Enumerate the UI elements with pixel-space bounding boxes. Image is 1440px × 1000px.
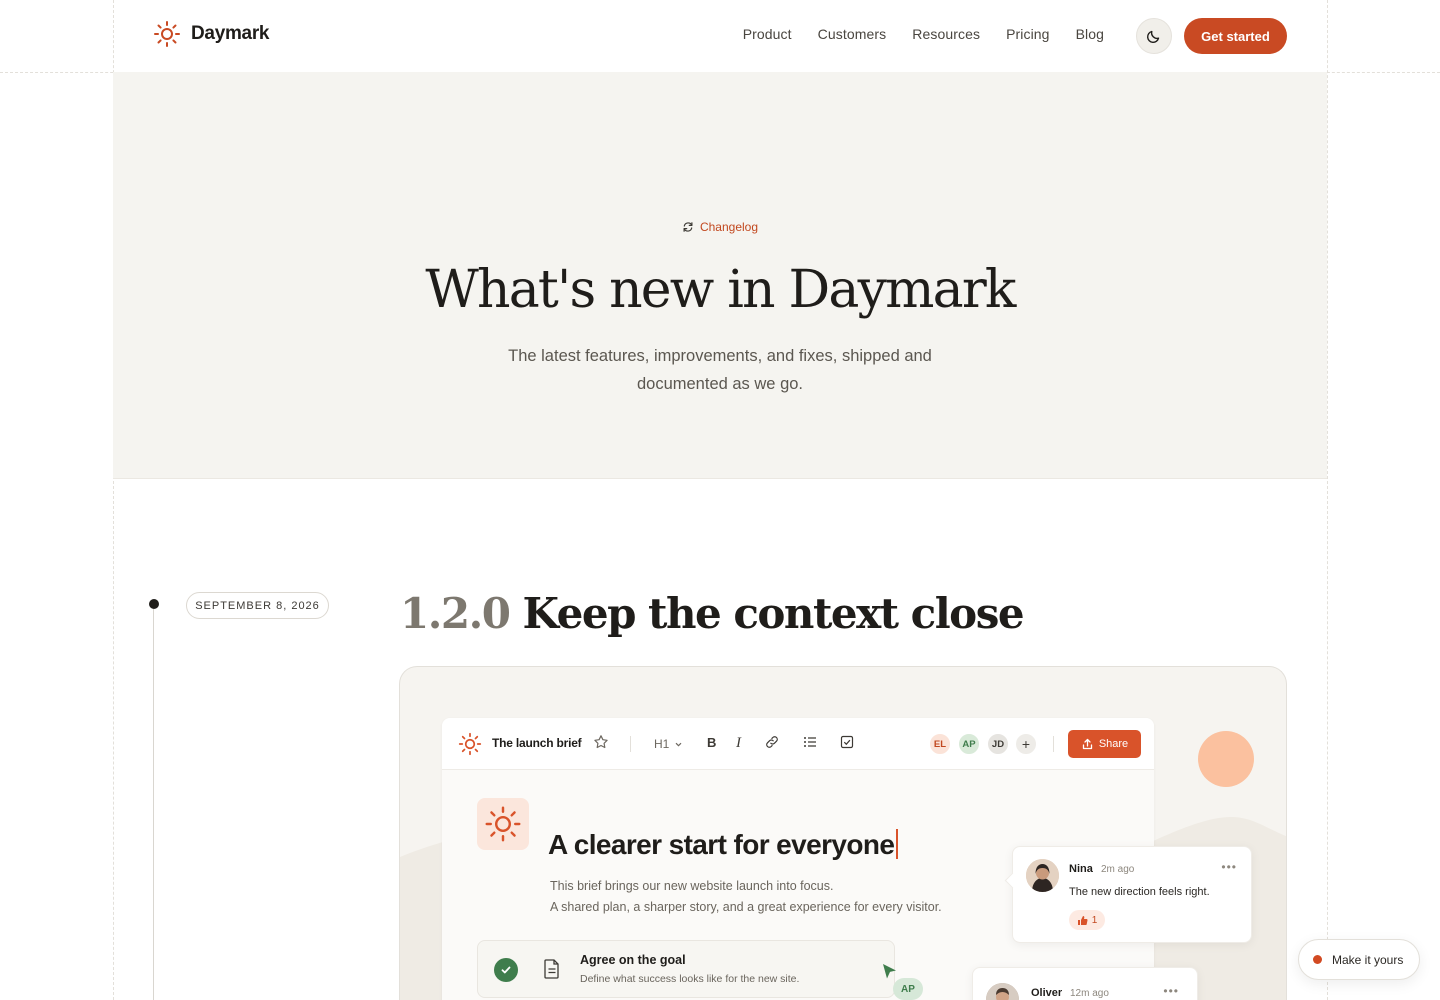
make-it-yours-button[interactable]: Make it yours: [1298, 939, 1420, 980]
more-options-icon[interactable]: •••: [1221, 860, 1237, 874]
comment-text: The new direction feels right.: [1069, 886, 1210, 898]
share-icon: [1082, 738, 1092, 749]
release-showcase: The launch brief H1 B I EL AP JD + Share…: [399, 666, 1287, 1000]
theme-toggle-button[interactable]: [1136, 18, 1172, 54]
document-name: The launch brief: [492, 736, 582, 750]
make-it-yours-label: Make it yours: [1332, 952, 1404, 967]
sun-icon: [485, 806, 521, 842]
svg-text:I: I: [735, 735, 742, 750]
body-line-1: This brief brings our new website launch…: [550, 879, 834, 893]
checkbox-icon[interactable]: [839, 734, 855, 750]
collaborator-avatar[interactable]: JD: [986, 732, 1010, 756]
nav-item-resources[interactable]: Resources: [912, 26, 980, 42]
comment-time: 12m ago: [1070, 988, 1109, 999]
check-icon: [501, 966, 511, 974]
italic-icon[interactable]: I: [732, 734, 746, 750]
document-emoji: [477, 798, 529, 850]
like-reaction-button[interactable]: 1: [1069, 910, 1105, 930]
more-options-icon[interactable]: •••: [1163, 984, 1179, 998]
refresh-icon: [683, 222, 693, 232]
person-avatar-icon: [1026, 859, 1059, 892]
thumbs-up-icon: [1077, 915, 1088, 925]
brand-logo-link[interactable]: Daymark: [153, 20, 269, 48]
changelog-tag: Changelog: [113, 220, 1327, 234]
nav-item-customers[interactable]: Customers: [818, 26, 887, 42]
document-body[interactable]: This brief brings our new website launch…: [550, 876, 942, 918]
moon-icon: [1146, 30, 1160, 44]
nav-item-pricing[interactable]: Pricing: [1006, 26, 1050, 42]
nav-item-blog[interactable]: Blog: [1076, 26, 1104, 42]
share-label: Share: [1098, 738, 1129, 750]
collaborator-cursor-icon: [883, 964, 896, 979]
main-nav: Product Customers Resources Pricing Blog: [743, 26, 1104, 42]
comment-author: Nina: [1069, 863, 1093, 875]
avatar: [1026, 859, 1059, 892]
like-count: 1: [1091, 914, 1098, 926]
task-title: Agree on the goal: [580, 953, 686, 967]
decorative-orb: [1198, 731, 1254, 787]
release-heading: 1.2.0 Keep the context close: [400, 589, 1025, 638]
body-line-2: A shared plan, a sharper story, and a gr…: [550, 900, 942, 914]
site-header: Daymark Product Customers Resources Pric…: [113, 0, 1327, 72]
collaborator-avatar[interactable]: AP: [957, 732, 981, 756]
comment-time: 2m ago: [1101, 864, 1135, 875]
heading-select-value: H1: [654, 737, 670, 751]
task-subtitle: Define what success looks like for the n…: [580, 973, 800, 985]
page-subtitle: The latest features, improvements, and f…: [470, 342, 970, 398]
toolbar-divider: [630, 736, 631, 752]
star-icon[interactable]: [593, 734, 609, 750]
changelog-label: Changelog: [699, 220, 759, 234]
task-item[interactable]: Agree on the goal Define what success lo…: [477, 940, 895, 998]
frame-guide-right: [1327, 0, 1328, 1000]
status-dot: [1313, 955, 1322, 964]
comment-author: Oliver: [1031, 987, 1063, 999]
sun-logo-icon: [154, 21, 180, 47]
toolbar-divider: [1053, 736, 1054, 752]
link-icon[interactable]: [764, 734, 780, 750]
get-started-button[interactable]: Get started: [1184, 18, 1287, 54]
subtitle-line-2: documented as we go.: [636, 375, 804, 393]
document-heading[interactable]: A clearer start for everyone: [548, 829, 899, 861]
release-date-badge: SEPTEMBER 8, 2026: [186, 592, 329, 619]
add-collaborator-button[interactable]: +: [1014, 732, 1038, 756]
editor-toolbar: The launch brief H1 B I EL AP JD + Share: [442, 718, 1154, 770]
sun-doc-icon: [458, 732, 482, 756]
comment-card[interactable]: Nina 2m ago ••• The new direction feels …: [1012, 846, 1252, 943]
release-title: Keep the context close: [522, 589, 1025, 638]
subtitle-line-1: The latest features, improvements, and f…: [508, 347, 932, 365]
task-done-check[interactable]: [494, 958, 518, 982]
brand-name: Daymark: [191, 23, 270, 44]
comment-card[interactable]: Oliver 12m ago •••: [972, 967, 1198, 1000]
release-version: 1.2.0: [400, 589, 511, 638]
collaborator-cursor-tag: AP: [893, 978, 923, 1000]
bold-icon[interactable]: B: [704, 734, 718, 750]
person-avatar-icon: [986, 983, 1019, 1000]
bullet-list-icon[interactable]: [802, 734, 818, 750]
nav-item-product[interactable]: Product: [743, 26, 792, 42]
document-icon: [544, 959, 559, 979]
text-caret: [896, 829, 899, 859]
share-button[interactable]: Share: [1068, 730, 1141, 758]
timeline-dot: [149, 599, 159, 609]
chevron-down-icon: [675, 742, 682, 747]
page-title: What's new in Daymark: [425, 260, 1016, 320]
avatar: [986, 983, 1019, 1000]
timeline-line: [153, 609, 154, 1000]
document-heading-text: A clearer start for everyone: [548, 829, 895, 860]
collaborator-avatar[interactable]: EL: [928, 732, 952, 756]
hero-section: Changelog What's new in Daymark The late…: [113, 72, 1327, 479]
svg-text:B: B: [707, 735, 716, 750]
